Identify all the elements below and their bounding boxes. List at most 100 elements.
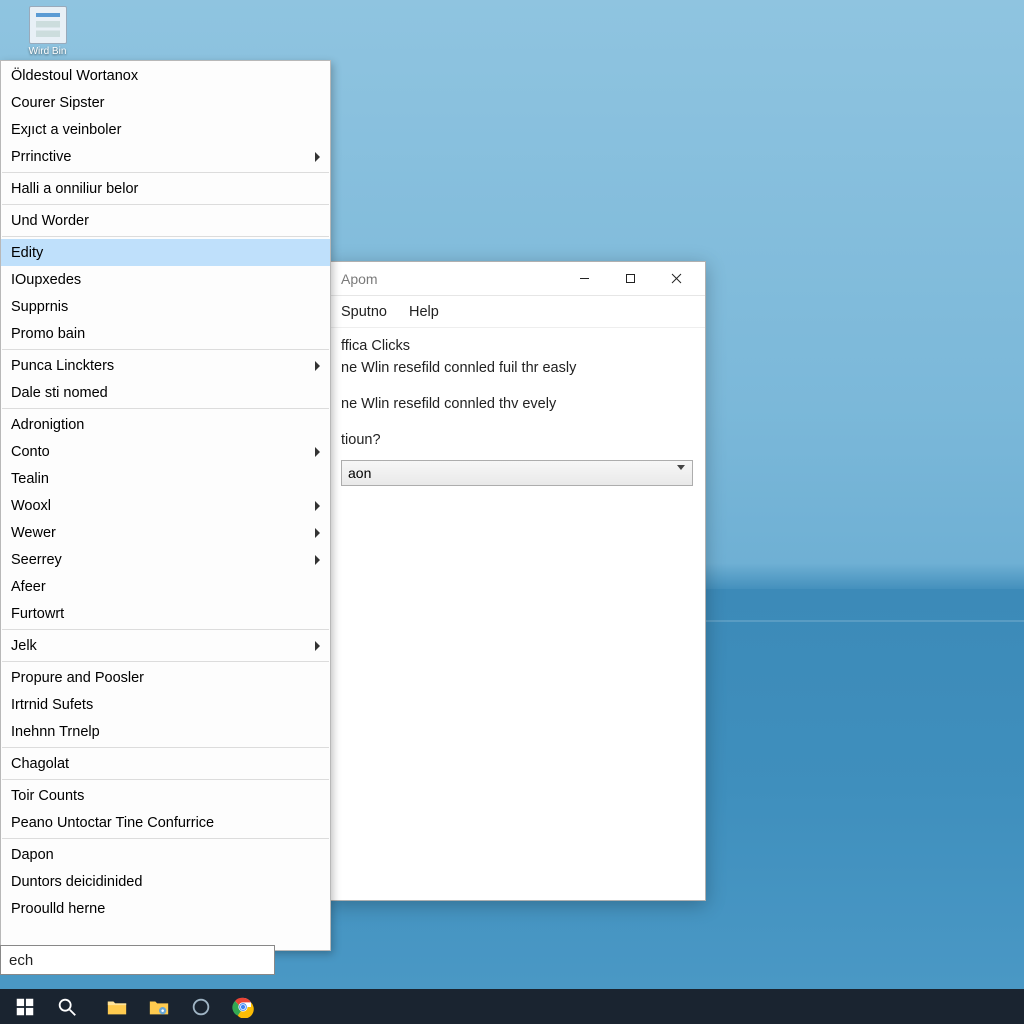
menu-item[interactable]: Punca Linckters — [1, 352, 330, 379]
menu-item-label: Jelk — [11, 638, 302, 654]
taskbar-folder-gear-icon[interactable] — [138, 989, 180, 1024]
dropdown-wrap — [341, 454, 693, 486]
menu-item[interactable]: Halli a onniliur belor — [1, 175, 330, 202]
menu-item-label: Halli a onniliur belor — [11, 181, 302, 197]
menu-item-label: Und Worder — [11, 213, 302, 229]
menu-item[interactable]: Jelk — [1, 632, 330, 659]
menu-separator — [2, 629, 329, 630]
menu-item[interactable]: Inehnn Trnelp — [1, 718, 330, 745]
taskbar-cortana-icon[interactable] — [180, 989, 222, 1024]
dropdown[interactable] — [341, 460, 693, 486]
menu-item-label: Öldestoul Wortanox — [11, 68, 302, 84]
menu-item[interactable]: Irtrnid Sufets — [1, 691, 330, 718]
menu-item[interactable]: Furtowrt — [1, 600, 330, 627]
menu-item-label: Peano Untoctar Tine Confurrice — [11, 815, 302, 831]
menu-separator — [2, 661, 329, 662]
maximize-button[interactable] — [607, 264, 653, 294]
menu-item[interactable]: Toir Counts — [1, 782, 330, 809]
desktop-icon-label: Wird Bin — [20, 46, 75, 57]
recycle-bin-icon — [29, 6, 67, 44]
minimize-button[interactable] — [561, 264, 607, 294]
window-controls — [561, 264, 699, 294]
menu-item[interactable]: Courer Sipster — [1, 89, 330, 116]
content-question: tioun? — [341, 432, 693, 448]
menu-item[interactable]: Propure and Poosler — [1, 664, 330, 691]
menu-item-label: Chagolat — [11, 756, 302, 772]
menu-item[interactable]: Prooulld herne — [1, 895, 330, 922]
menu-item[interactable]: Exȷıct a veinboler — [1, 116, 330, 143]
menu-item[interactable]: Adronigtion — [1, 411, 330, 438]
start-button[interactable] — [4, 989, 46, 1024]
menu-item[interactable]: Edity — [1, 239, 330, 266]
menu-item-label: Wewer — [11, 525, 302, 541]
menu-separator — [2, 349, 329, 350]
submenu-arrow-icon — [315, 555, 320, 565]
menu-item-label: Toir Counts — [11, 788, 302, 804]
menu-item[interactable]: IOupxedes — [1, 266, 330, 293]
app-window: Apom Sputno Help ffica Clicks ne Wlin re… — [328, 261, 706, 901]
menu-item[interactable]: Wewer — [1, 519, 330, 546]
taskbar-search-icon[interactable] — [46, 989, 88, 1024]
desktop-icon[interactable]: Wird Bin — [20, 6, 75, 57]
menu-item[interactable]: Dale sti nomed — [1, 379, 330, 406]
menu-item-label: Dale sti nomed — [11, 385, 302, 401]
taskbar-folder-icon[interactable] — [96, 989, 138, 1024]
menu-item-label: Prrinctive — [11, 149, 302, 165]
menu-item-label: Edity — [11, 245, 302, 261]
menu-item-label: Conto — [11, 444, 302, 460]
window-content: ffica Clicks ne Wlin resefild connled fu… — [329, 328, 705, 496]
taskbar-chrome-icon[interactable] — [222, 989, 264, 1024]
menu-item-label: Irtrnid Sufets — [11, 697, 302, 713]
menu-item[interactable]: Und Worder — [1, 207, 330, 234]
menu-item[interactable]: Duntors deicidinided — [1, 868, 330, 895]
content-line-1: ffica Clicks — [341, 338, 693, 354]
menu-item-label: Furtowrt — [11, 606, 302, 622]
menu-item-label: Tealin — [11, 471, 302, 487]
submenu-arrow-icon — [315, 641, 320, 651]
menu-item[interactable]: Afeer — [1, 573, 330, 600]
menu-item[interactable]: Promo bain — [1, 320, 330, 347]
window-title: Apom — [341, 271, 561, 287]
menu-item-label: Wooxl — [11, 498, 302, 514]
menu-item-label: Propure and Poosler — [11, 670, 302, 686]
taskbar — [0, 989, 1024, 1024]
menu-item[interactable]: Conto — [1, 438, 330, 465]
menu-item-label: IOupxedes — [11, 272, 302, 288]
menu-separator — [2, 204, 329, 205]
start-search-input[interactable] — [0, 945, 275, 975]
menu-sputno[interactable]: Sputno — [341, 304, 387, 320]
menu-item-label: Punca Linckters — [11, 358, 302, 374]
submenu-arrow-icon — [315, 528, 320, 538]
menu-item[interactable]: Öldestoul Wortanox — [1, 62, 330, 89]
content-line-3: ne Wlin resefild connled thv evely — [341, 396, 693, 412]
submenu-arrow-icon — [315, 152, 320, 162]
menu-item-label: Supprnis — [11, 299, 302, 315]
menu-item-label: Prooulld herne — [11, 901, 302, 917]
menu-item-label: Exȷıct a veinboler — [11, 122, 302, 138]
menu-help[interactable]: Help — [409, 304, 439, 320]
menu-separator — [2, 172, 329, 173]
menubar: Sputno Help — [329, 296, 705, 328]
close-button[interactable] — [653, 264, 699, 294]
content-line-2: ne Wlin resefild connled fuil thr easly — [341, 360, 693, 376]
menu-item[interactable]: Seerrey — [1, 546, 330, 573]
menu-item-label: Seerrey — [11, 552, 302, 568]
submenu-arrow-icon — [315, 361, 320, 371]
menu-item[interactable]: Wooxl — [1, 492, 330, 519]
menu-separator — [2, 747, 329, 748]
menu-item[interactable]: Dapon — [1, 841, 330, 868]
titlebar[interactable]: Apom — [329, 262, 705, 296]
menu-item[interactable]: Chagolat — [1, 750, 330, 777]
submenu-arrow-icon — [315, 447, 320, 457]
menu-item[interactable]: Supprnis — [1, 293, 330, 320]
menu-item-label: Courer Sipster — [11, 95, 302, 111]
menu-item-label: Afeer — [11, 579, 302, 595]
context-menu: Öldestoul Wortanox Courer Sipster Exȷıct a… — [0, 60, 331, 951]
menu-item[interactable]: Tealin — [1, 465, 330, 492]
menu-item-label: Duntors deicidinided — [11, 874, 302, 890]
menu-separator — [2, 779, 329, 780]
menu-item-label: Dapon — [11, 847, 302, 863]
menu-separator — [2, 408, 329, 409]
menu-item[interactable]: Peano Untoctar Tine Confurrice — [1, 809, 330, 836]
menu-item[interactable]: Prrinctive — [1, 143, 330, 170]
